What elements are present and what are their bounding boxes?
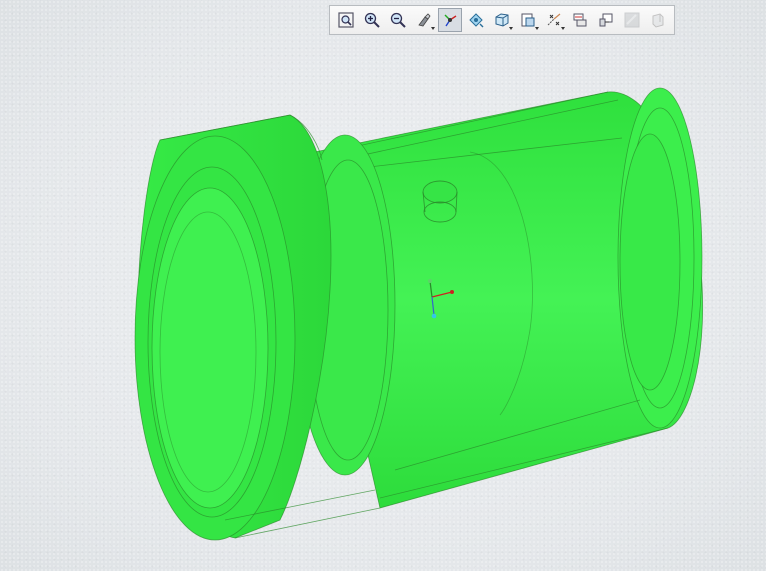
section-icon: [652, 13, 664, 28]
refit-button[interactable]: [334, 8, 358, 32]
display-style-button[interactable]: [490, 8, 514, 32]
chevron-down-icon: [431, 27, 435, 30]
cylinder-part-model[interactable]: [0, 0, 766, 571]
orient-mode-button[interactable]: [464, 8, 488, 32]
zoom-fit-icon: [338, 12, 354, 28]
chevron-down-icon: [561, 27, 565, 30]
graphics-viewport[interactable]: [0, 0, 766, 571]
spin-center-button[interactable]: [438, 8, 462, 32]
annotation-display-icon: [599, 13, 613, 27]
chevron-down-icon: [509, 27, 513, 30]
zoom-in-button[interactable]: [360, 8, 384, 32]
section-button[interactable]: [646, 8, 670, 32]
appearance-button[interactable]: [620, 8, 644, 32]
view-manager-button[interactable]: [568, 8, 592, 32]
zoom-out-icon: [390, 12, 406, 28]
chevron-down-icon: [535, 27, 539, 30]
view-toolbar: [329, 5, 675, 35]
orient-mode-icon: [469, 13, 484, 28]
zoom-out-button[interactable]: [386, 8, 410, 32]
annotation-display-button[interactable]: [594, 8, 618, 32]
datum-display-button[interactable]: [542, 8, 566, 32]
spin-center-icon: [444, 14, 457, 27]
repaint-button[interactable]: [412, 8, 436, 32]
appearance-icon: [624, 12, 640, 28]
zoom-in-icon: [364, 12, 380, 28]
saved-views-button[interactable]: [516, 8, 540, 32]
view-manager-icon: [573, 13, 587, 27]
